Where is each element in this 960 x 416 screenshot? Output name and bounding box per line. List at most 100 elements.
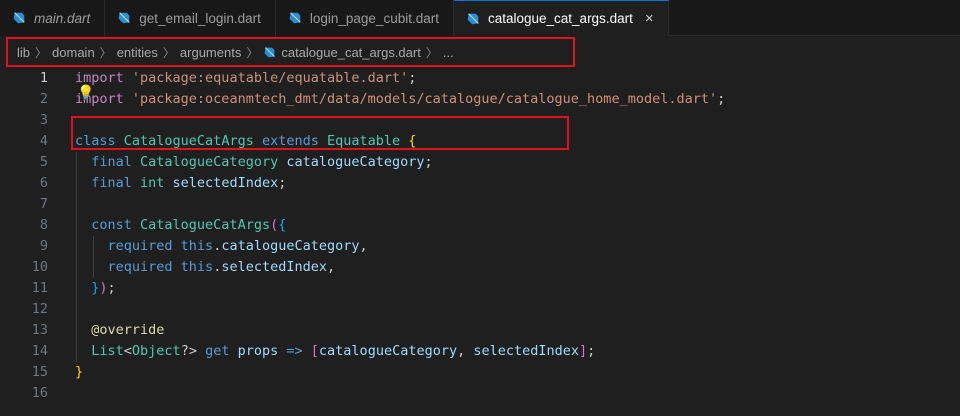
line-number: 3 <box>39 112 48 128</box>
code-token: ] <box>579 343 588 359</box>
code-token: final <box>75 154 141 170</box>
breadcrumb-item-entities[interactable]: entities <box>117 45 158 60</box>
tab-get-email-login[interactable]: get_email_login.dart <box>105 0 276 36</box>
line-number: 14 <box>31 343 48 359</box>
code-token: CatalogueCatArgs <box>123 133 262 149</box>
code-token: selectedIndex <box>172 175 279 191</box>
editor-tab-bar: main.dart get_email_login.dart login_pag… <box>0 0 960 36</box>
code-line[interactable]: 9 required this.catalogueCategory, <box>0 236 960 257</box>
code-token: int <box>140 175 173 191</box>
code-text: required this.selectedIndex, <box>75 257 336 278</box>
tab-label: login_page_cubit.dart <box>309 10 439 26</box>
code-token: => <box>286 343 311 359</box>
chevron-right-icon: 〉 <box>99 45 112 60</box>
code-token: get <box>205 343 238 359</box>
dart-file-icon <box>467 12 479 24</box>
breadcrumb-item-arguments[interactable]: arguments <box>180 45 241 60</box>
code-text: required this.catalogueCategory, <box>75 236 368 257</box>
line-number: 10 <box>31 259 48 275</box>
code-line[interactable]: 11 }); <box>0 278 960 299</box>
dart-file-icon <box>119 12 130 24</box>
code-line[interactable]: 8 const CatalogueCatArgs({ <box>0 215 960 236</box>
code-token: 'package:equatable/equatable.dart' <box>131 70 409 86</box>
line-number: 9 <box>39 238 48 254</box>
tab-main-dart[interactable]: main.dart <box>0 0 106 36</box>
code-line[interactable]: 14 List<Object?> get props => [catalogue… <box>0 341 960 362</box>
code-line[interactable]: 15} <box>0 362 960 383</box>
code-token: [ <box>310 343 319 359</box>
breadcrumb: lib 〉 domain 〉 entities 〉 arguments 〉 ca… <box>0 36 960 68</box>
line-number: 2 <box>39 91 48 107</box>
code-token: Equatable <box>326 133 409 149</box>
line-number: 13 <box>31 322 48 338</box>
tab-label: main.dart <box>34 10 91 26</box>
code-token: , <box>457 343 474 359</box>
code-token: extends <box>261 133 327 149</box>
lightbulb-icon[interactable]: 💡 <box>77 83 94 104</box>
code-token: class <box>75 133 124 149</box>
code-text: import 'package:oceanmtech_dmt/data/mode… <box>75 89 725 110</box>
line-number: 15 <box>31 364 48 380</box>
code-text: }); <box>75 278 116 299</box>
code-text: } <box>75 362 83 383</box>
code-line[interactable]: 5 final CatalogueCategory catalogueCateg… <box>0 152 960 173</box>
breadcrumb-item-file[interactable]: catalogue_cat_args.dart <box>281 45 420 60</box>
code-token: Object <box>131 343 181 359</box>
close-icon[interactable]: × <box>645 11 654 26</box>
code-token: required <box>75 259 181 275</box>
code-token: , <box>327 259 336 275</box>
breadcrumb-more[interactable]: ... <box>443 45 454 60</box>
code-token: ) <box>99 280 108 296</box>
code-token: catalogueCategory <box>286 154 425 170</box>
code-token: { <box>278 217 287 233</box>
code-token: final <box>75 175 141 191</box>
chevron-right-icon: 〉 <box>425 45 438 60</box>
line-number: 8 <box>39 217 48 233</box>
chevron-right-icon: 〉 <box>162 45 175 60</box>
code-token: ; <box>587 343 596 359</box>
dart-file-icon <box>264 46 276 57</box>
line-number: 6 <box>39 175 48 191</box>
chevron-right-icon: 〉 <box>35 45 48 60</box>
code-token: ; <box>278 175 287 191</box>
dart-file-icon <box>289 12 301 24</box>
code-token: CatalogueCatArgs <box>140 217 271 233</box>
breadcrumb-item-domain[interactable]: domain <box>52 45 95 60</box>
code-editor[interactable]: 1 import 'package:equatable/equatable.dar… <box>0 68 960 416</box>
breadcrumb-item-lib[interactable]: lib <box>17 45 30 60</box>
code-token: 'package:oceanmtech_dmt/data/models/cata… <box>131 91 718 107</box>
code-token: props <box>237 343 287 359</box>
line-number: 16 <box>31 385 48 401</box>
tab-label: catalogue_cat_args.dart <box>487 11 633 26</box>
code-line[interactable]: 7 <box>0 194 960 215</box>
tab-login-page-cubit[interactable]: login_page_cubit.dart <box>275 0 454 36</box>
code-token: < <box>123 343 132 359</box>
code-line[interactable]: 12 <box>0 299 960 320</box>
code-token: ; <box>424 154 433 170</box>
code-line[interactable]: 16 <box>0 383 960 404</box>
tab-label: get_email_login.dart <box>139 10 261 26</box>
code-line[interactable]: 13 @override <box>0 320 960 341</box>
code-line[interactable]: 6 final int selectedIndex; <box>0 173 960 194</box>
code-line[interactable]: 4 class CatalogueCatArgs extends Equatabl… <box>0 131 960 152</box>
code-line[interactable]: 3 <box>0 110 960 131</box>
code-token: selectedIndex <box>221 259 327 275</box>
chevron-right-icon: 〉 <box>246 45 259 60</box>
code-token: ?> <box>180 343 206 359</box>
code-token: ; <box>107 280 116 296</box>
code-token: required <box>75 238 181 254</box>
code-token: CatalogueCategory <box>140 154 287 170</box>
code-line[interactable]: 2 import 'package:oceanmtech_dmt/data/mod… <box>0 85 960 110</box>
tab-catalogue-cat-args[interactable]: catalogue_cat_args.dart × <box>453 0 669 36</box>
code-token: ; <box>717 91 726 107</box>
code-line[interactable]: 1 import 'package:equatable/equatable.dar… <box>0 68 960 89</box>
code-text: List<Object?> get props => [catalogueCat… <box>75 341 595 362</box>
code-token: this <box>180 259 214 275</box>
code-text: const CatalogueCatArgs({ <box>75 215 286 236</box>
dart-file-icon <box>13 12 25 24</box>
code-text: @override <box>75 320 164 341</box>
code-token: ( <box>270 217 279 233</box>
code-text: final int selectedIndex; <box>75 173 286 194</box>
code-token: this <box>180 238 214 254</box>
code-line[interactable]: 10 required this.selectedIndex, <box>0 257 960 278</box>
